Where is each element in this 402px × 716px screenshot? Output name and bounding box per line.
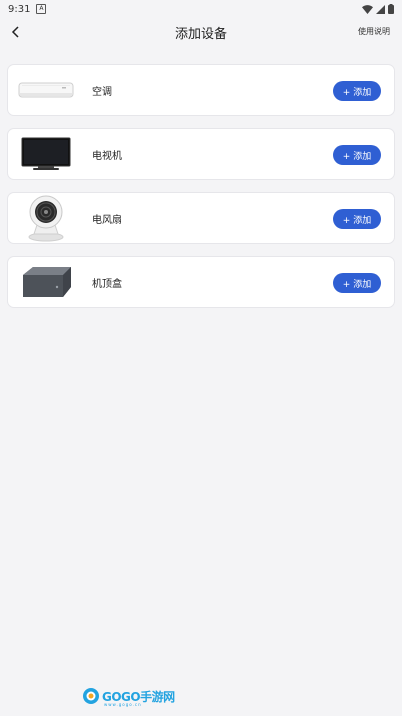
device-name: 电风扇 bbox=[92, 214, 122, 226]
add-electric-fan-button[interactable]: + 添加 bbox=[333, 209, 381, 229]
device-name: 空调 bbox=[92, 86, 112, 98]
page-title: 添加设备 bbox=[174, 26, 227, 42]
television-image bbox=[14, 129, 78, 179]
device-name: 机顶盒 bbox=[92, 278, 122, 290]
electric-fan-image bbox=[14, 193, 78, 243]
wifi-icon bbox=[362, 4, 373, 14]
add-air-conditioner-button[interactable]: + 添加 bbox=[333, 81, 381, 101]
help-link[interactable]: 使用说明 bbox=[358, 26, 390, 37]
status-right bbox=[362, 4, 394, 14]
gogo-logo-icon bbox=[83, 688, 99, 704]
set-top-box-image bbox=[14, 257, 78, 307]
chevron-left-icon bbox=[11, 26, 19, 38]
device-card-television: 电视机 + 添加 bbox=[7, 128, 395, 180]
add-television-button[interactable]: + 添加 bbox=[333, 145, 381, 165]
notification-icon: A bbox=[36, 4, 47, 14]
air-conditioner-image bbox=[14, 65, 78, 115]
status-left: 9:31 A bbox=[8, 3, 47, 15]
header: 添加设备 使用说明 bbox=[0, 18, 402, 46]
status-time: 9:31 bbox=[8, 3, 31, 15]
device-card-electric-fan: 电风扇 + 添加 bbox=[7, 192, 395, 244]
watermark-subtext: www.gogo.cn bbox=[104, 702, 142, 707]
watermark-logo: GOGO手游网 www.gogo.cn bbox=[82, 687, 175, 707]
device-list: 空调 + 添加 电视机 + 添加 电风扇 + 添加 机顶盒 + 添加 bbox=[7, 64, 395, 320]
signal-icon bbox=[376, 4, 385, 14]
add-set-top-box-button[interactable]: + 添加 bbox=[333, 273, 381, 293]
back-button[interactable] bbox=[6, 22, 26, 42]
battery-icon bbox=[388, 4, 394, 14]
device-name: 电视机 bbox=[92, 150, 122, 162]
device-card-set-top-box: 机顶盒 + 添加 bbox=[7, 256, 395, 308]
status-bar: 9:31 A bbox=[0, 0, 402, 18]
device-card-air-conditioner: 空调 + 添加 bbox=[7, 64, 395, 116]
